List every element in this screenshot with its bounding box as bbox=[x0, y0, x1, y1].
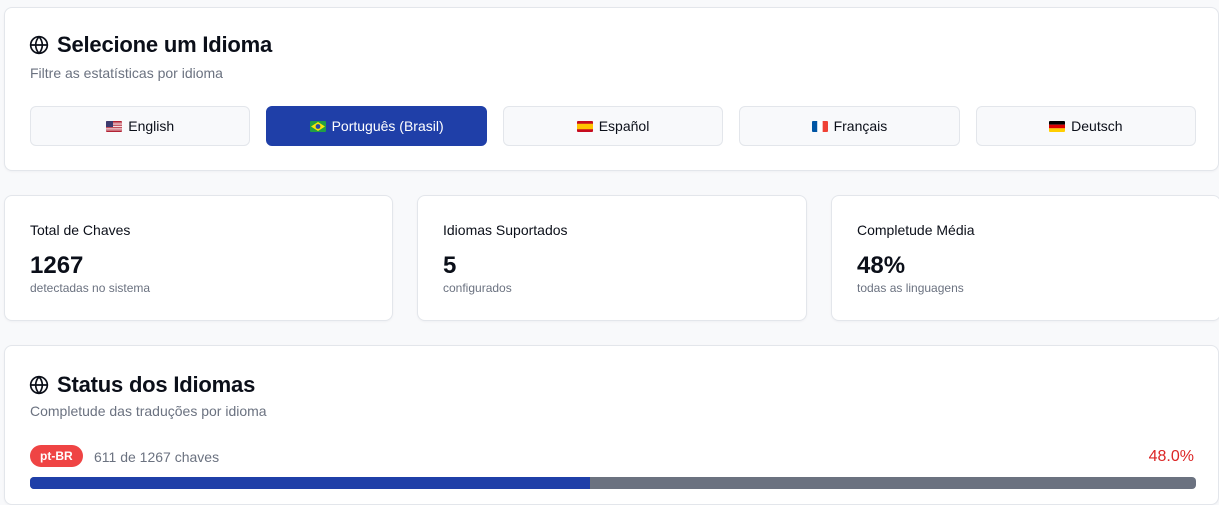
br-flag-icon bbox=[309, 120, 326, 132]
language-status-title: Status dos Idiomas bbox=[29, 372, 255, 398]
stat-card-total-keys: Total de Chaves 1267 detectadas no siste… bbox=[4, 195, 393, 321]
language-button-english[interactable]: English bbox=[30, 106, 251, 146]
stat-label: Idiomas Suportados bbox=[443, 222, 568, 238]
language-button-label: Português (Brasil) bbox=[331, 118, 444, 134]
language-button-label: English bbox=[128, 118, 175, 134]
fr-flag-icon bbox=[811, 120, 828, 132]
completion-progress-bar bbox=[30, 477, 1196, 489]
language-code-badge: pt-BR bbox=[30, 445, 83, 467]
keys-count-text: 611 de 1267 chaves bbox=[94, 449, 220, 465]
language-selector-subtitle: Filtre as estatísticas por idioma bbox=[30, 65, 223, 81]
language-selector-title: Selecione um Idioma bbox=[29, 32, 272, 58]
language-selector-title-text: Selecione um Idioma bbox=[57, 32, 273, 57]
language-status-card: Status dos Idiomas Completude das traduç… bbox=[4, 345, 1219, 505]
language-button-label: Français bbox=[833, 118, 888, 134]
stat-description: configurados bbox=[443, 281, 512, 295]
language-status-subtitle: Completude das traduções por idioma bbox=[30, 403, 267, 419]
stat-label: Completude Média bbox=[857, 222, 975, 238]
globe-icon bbox=[29, 375, 49, 395]
es-flag-icon bbox=[576, 120, 593, 132]
stat-value: 48% bbox=[857, 252, 906, 279]
stat-label: Total de Chaves bbox=[30, 222, 131, 238]
language-button-german[interactable]: Deutsch bbox=[975, 106, 1197, 146]
language-button-portuguese[interactable]: Português (Brasil) bbox=[266, 106, 487, 146]
stat-value: 1267 bbox=[30, 252, 84, 279]
completion-percent: 48.0% bbox=[1148, 448, 1194, 465]
stat-card-average-completion: Completude Média 48% todas as linguagens bbox=[831, 195, 1219, 321]
stat-description: detectadas no sistema bbox=[30, 281, 151, 295]
stat-description: todas as linguagens bbox=[857, 281, 964, 295]
language-button-spanish[interactable]: Español bbox=[502, 106, 724, 146]
language-button-french[interactable]: Français bbox=[739, 106, 960, 146]
language-selector-card: Selecione um Idioma Filtre as estatístic… bbox=[4, 7, 1219, 171]
globe-icon bbox=[29, 35, 49, 55]
completion-progress-fill bbox=[30, 477, 590, 489]
language-status-title-text: Status dos Idiomas bbox=[57, 372, 256, 397]
stat-value: 5 bbox=[443, 252, 457, 279]
stat-card-supported-languages: Idiomas Suportados 5 configurados bbox=[417, 195, 807, 321]
language-button-label: Deutsch bbox=[1071, 118, 1123, 134]
us-flag-icon bbox=[106, 120, 123, 132]
language-button-label: Español bbox=[598, 118, 650, 134]
de-flag-icon bbox=[1049, 120, 1066, 132]
language-buttons: English Português (Brasil) Español Franç… bbox=[30, 106, 1197, 146]
